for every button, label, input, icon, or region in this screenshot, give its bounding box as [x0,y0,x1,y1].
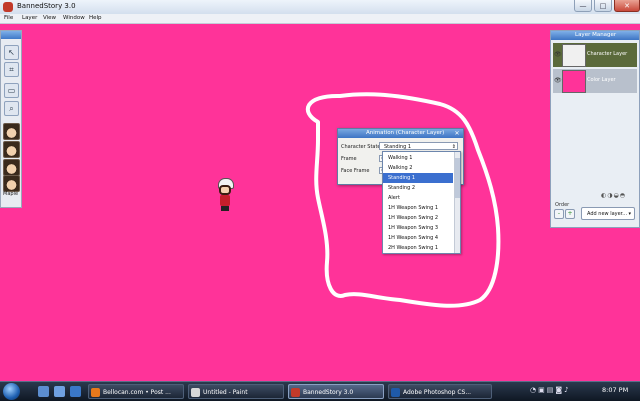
state-option[interactable]: 1H Weapon Swing 2 [383,213,453,223]
system-tray-icons[interactable]: ◔▣▤◙♪ [530,386,571,394]
bannedstory-icon [291,388,300,397]
ie-icon[interactable] [70,386,81,397]
layer-tools-icons[interactable]: ◐◑◒◓ [601,192,626,199]
frame-label: Frame [341,156,357,162]
order-down-button[interactable]: - [554,209,564,219]
character-state-list: Walking 1 Walking 2 Standing 1 Standing … [382,151,461,254]
layer-manager-panel: Layer Manager 👁 Character Layer 👁 Color … [550,30,640,228]
start-button[interactable] [3,383,20,400]
state-list-scrollbar[interactable] [454,152,460,253]
eye-icon[interactable]: 👁 [554,51,562,58]
state-option[interactable]: Walking 2 [383,163,453,173]
task-paint[interactable]: Untitled - Paint [188,384,284,399]
state-option[interactable]: 1H Weapon Swing 4 [383,233,453,243]
character-sprite[interactable] [216,178,234,212]
taskbar: Bellocan.com • Post ... Untitled - Paint… [0,381,640,401]
state-option[interactable]: 1H Weapon Swing 3 [383,223,453,233]
color-layer-swatch [562,70,586,93]
eye-icon[interactable]: 👁 [554,77,562,84]
animation-dialog-title[interactable]: Animation (Character Layer) [338,129,463,138]
canvas-scribble [305,92,501,308]
character-layer-thumbnail [562,44,586,67]
layer-row-color[interactable]: 👁 Color Layer [553,69,637,93]
order-label: Order [555,202,570,208]
firefox-icon [91,388,100,397]
face-frame-label: Face Frame [341,168,370,174]
state-option[interactable]: Walking 1 [383,153,453,163]
state-option[interactable]: Standing 2 [383,183,453,193]
state-option[interactable]: Alert [383,193,453,203]
show-desktop-icon[interactable] [38,386,49,397]
task-bellocan[interactable]: Bellocan.com • Post ... [88,384,184,399]
character-state-value: Standing 1 [384,144,412,150]
photoshop-icon [391,388,400,397]
chevron-down-icon: ▾ [628,211,631,217]
order-up-button[interactable]: + [565,209,575,219]
state-option[interactable]: 1H Weapon Swing 1 [383,203,453,213]
character-state-label: Character State [341,144,381,150]
task-photoshop[interactable]: Adobe Photoshop CS... [388,384,492,399]
state-option-selected[interactable]: Standing 1 [383,173,453,183]
close-icon[interactable]: ✕ [453,130,461,137]
clock[interactable]: 8:07 PM [602,386,628,394]
task-bannedstory[interactable]: BannedStory 3.0 [288,384,384,399]
add-layer-label: Add new layer... [587,211,628,217]
character-state-select[interactable]: Standing 1 ⇕ [379,142,458,150]
switch-windows-icon[interactable] [54,386,65,397]
layer-name: Color Layer [587,77,616,83]
layer-manager-title[interactable]: Layer Manager [551,31,639,40]
layer-name: Character Layer [587,51,628,57]
add-layer-select[interactable]: Add new layer... ▾ [581,207,635,220]
state-option[interactable]: 2H Weapon Swing 1 [383,243,453,253]
paint-icon [191,388,200,397]
chevron-down-icon: ⇕ [451,144,456,150]
layer-row-character[interactable]: 👁 Character Layer [553,43,637,67]
